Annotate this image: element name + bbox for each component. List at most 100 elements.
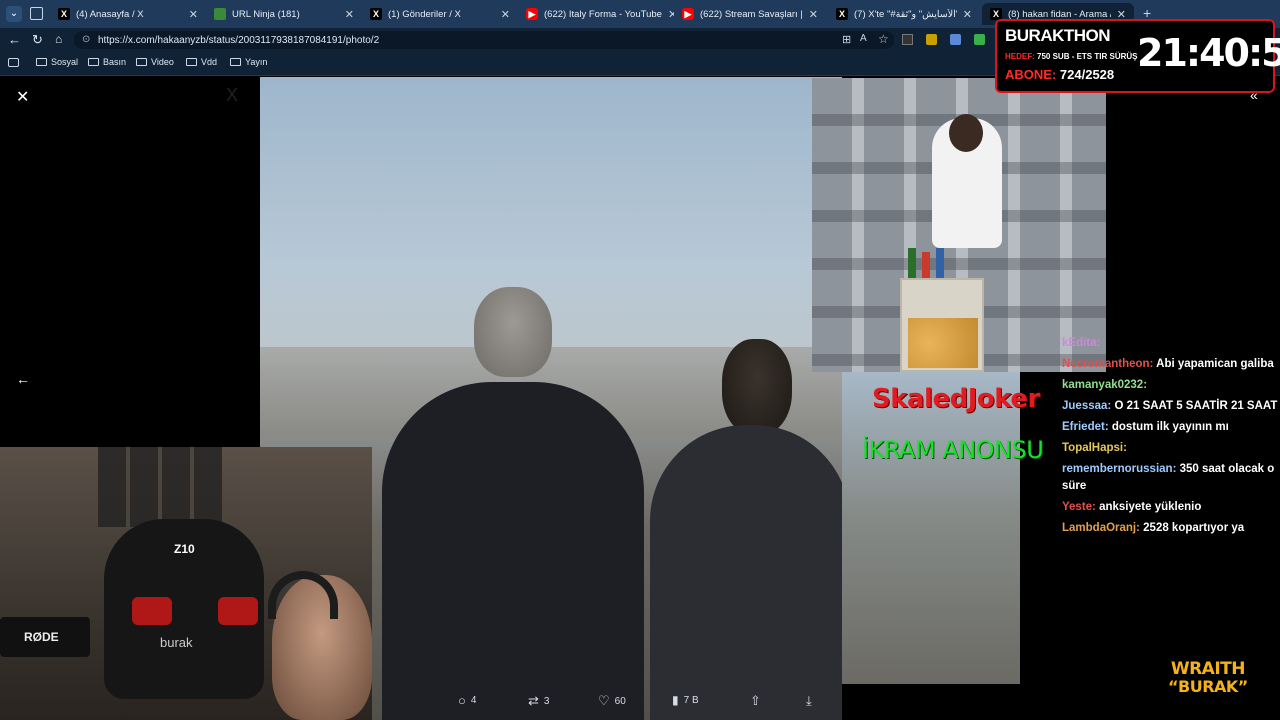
tweet-actions: ○ 4 ⇄ 3 ♡ 60 ▮ 7 B ⇧ ⤓ xyxy=(372,686,842,716)
chat-message: Juessaa: O 21 SAAT 5 SAATİR 21 SAAT xyxy=(1062,398,1278,415)
repost-icon: ⇄ xyxy=(528,693,539,708)
chat-username[interactable]: kamanyak0232: xyxy=(1062,379,1147,391)
webcam-feed: Z10 burak RØDE xyxy=(0,447,372,720)
chat-username[interactable]: Necromantheon: xyxy=(1062,358,1156,370)
folder-icon xyxy=(36,58,47,66)
home-icon[interactable]: ⌂ xyxy=(55,32,62,46)
tab-list-button[interactable]: ⌄ xyxy=(6,6,22,22)
extension-icon[interactable] xyxy=(926,34,937,45)
views-button[interactable]: ▮ 7 B xyxy=(672,693,699,707)
favorite-star-icon[interactable]: ☆ xyxy=(878,32,889,46)
bookmark-label: Yayın xyxy=(245,57,268,67)
like-button[interactable]: ♡ 60 xyxy=(598,693,626,709)
person-left xyxy=(356,287,656,720)
split-screen-icon[interactable]: ⊞ xyxy=(842,33,851,46)
chair-logo-text: Z10 xyxy=(174,542,195,556)
chat-username[interactable]: Yeste: xyxy=(1062,501,1099,513)
pillow-text: burak xyxy=(160,635,193,650)
subathon-counter: BURAKTHON HEDEF: 750 SUB - ETS TIR SÜRÜŞ… xyxy=(995,19,1280,93)
close-icon[interactable]: ✕ xyxy=(809,8,818,21)
chat-username[interactable]: remembernorussian: xyxy=(1062,463,1180,475)
youtube-icon: ▶ xyxy=(682,8,694,20)
wall-photos xyxy=(98,447,222,527)
tab-label: (622) Italy Forma - YouTube xyxy=(544,8,662,20)
chat-message: kamanyak0232: xyxy=(1062,377,1278,394)
workspaces-icon[interactable] xyxy=(30,7,43,20)
youtube-icon: ▶ xyxy=(526,8,538,20)
bookmark-basin[interactable]: Basın xyxy=(88,57,126,67)
share-button[interactable]: ⇧ xyxy=(750,693,761,709)
chat-username[interactable]: Efriedet: xyxy=(1062,421,1112,433)
chat-message: remembernorussian: 350 saat olacak o sür… xyxy=(1062,461,1278,495)
close-icon[interactable]: ✕ xyxy=(501,8,510,21)
url-text: https://x.com/hakaanyzb/status/200311793… xyxy=(98,34,380,46)
stream-chat: kEdita: Necromantheon: Abi yapamican gal… xyxy=(1062,335,1278,635)
bookmark-label: Basın xyxy=(103,57,127,67)
folder-icon xyxy=(230,58,241,66)
like-count: 60 xyxy=(614,695,626,707)
tab-gonderiler[interactable]: X (1) Gönderiler / X ✕ xyxy=(362,3,518,25)
chat-username[interactable]: TopalHapsi: xyxy=(1062,442,1127,454)
bookmark-video[interactable]: Video xyxy=(136,57,174,67)
previous-photo-icon[interactable]: ← xyxy=(16,371,30,387)
close-icon[interactable]: ✕ xyxy=(345,8,354,21)
skaledjoker-label: SkaledJoker xyxy=(872,384,1040,414)
person-right xyxy=(630,339,842,720)
tab-label: (8) hakan fidan - Arama / X xyxy=(1008,8,1111,20)
tab-url-ninja[interactable]: URL Ninja (181) ✕ xyxy=(206,3,362,25)
chat-message: TopalHapsi: xyxy=(1062,440,1278,457)
tab-label: URL Ninja (181) xyxy=(232,8,300,20)
chat-username[interactable]: Juessaa: xyxy=(1062,400,1114,412)
chat-username[interactable]: kEdita: xyxy=(1062,337,1100,349)
repost-count: 3 xyxy=(543,695,550,707)
x-icon: X xyxy=(836,8,848,20)
download-button[interactable]: ⤓ xyxy=(806,693,812,709)
back-icon[interactable]: ← xyxy=(8,32,21,47)
chat-message: Efriedet: dostum ilk yayının mı xyxy=(1062,419,1278,436)
tab-stream-savaslari[interactable]: ▶ (622) Stream Savaşları | Ebo x Uz ✕ xyxy=(674,3,826,25)
reply-icon: ○ xyxy=(458,693,466,708)
chat-message: Necromantheon: Abi yapamican galiba xyxy=(1062,356,1278,373)
bookmark-sosyal[interactable]: Sosyal xyxy=(36,57,78,67)
tab-italy-forma[interactable]: ▶ (622) Italy Forma - YouTube ✕ xyxy=(518,3,674,25)
wraith-burak-logo: WRAITH “BURAK” xyxy=(1168,660,1248,696)
folder-icon xyxy=(186,58,197,66)
extension-icon[interactable] xyxy=(950,34,961,45)
close-icon[interactable]: ✕ xyxy=(189,8,198,21)
chat-username[interactable]: LambdaOranj: xyxy=(1062,522,1143,534)
views-count: 7 B xyxy=(683,694,699,706)
tab-halep[interactable]: X (7) X'te "#حلب" في "الأسايش" و"ثقة ✕ xyxy=(828,3,980,25)
tab-anasayfa[interactable]: X (4) Anasayfa / X ✕ xyxy=(50,3,206,25)
mic-brand-text: RØDE xyxy=(24,630,59,644)
chat-text: dostum ilk yayının mı xyxy=(1111,421,1229,433)
goal-value: 750 SUB - ETS TIR SÜRÜŞ xyxy=(1037,52,1138,61)
lock-icon: ⊙ xyxy=(82,34,91,45)
bookmark-vdd[interactable]: Vdd xyxy=(186,57,217,67)
chat-text: Abi yapamican galiba xyxy=(1156,358,1274,370)
ikram-anonsu-label: İKRAM ANONSU xyxy=(862,436,1044,464)
reload-icon[interactable]: ↻ xyxy=(32,32,43,48)
tab-label: (1) Gönderiler / X xyxy=(388,8,461,20)
views-icon: ▮ xyxy=(672,693,679,707)
airplane-cabin-image xyxy=(812,78,1106,372)
reply-count: 4 xyxy=(470,695,477,706)
folder-icon xyxy=(88,58,99,66)
chat-message: kEdita: xyxy=(1062,335,1278,352)
tab-label: (4) Anasayfa / X xyxy=(76,8,144,20)
bookmark-yayin[interactable]: Yayın xyxy=(230,57,267,67)
extension-icon[interactable] xyxy=(902,34,913,45)
reply-button[interactable]: ○ 4 xyxy=(458,693,476,708)
tab-label: (7) X'te "#حلب" في "الأسايش" و"ثقة xyxy=(854,8,957,20)
close-viewer-icon[interactable]: ✕ xyxy=(16,87,29,107)
chat-message: Yeste: anksiyete yüklenio xyxy=(1062,499,1278,516)
logo-line1: WRAITH xyxy=(1170,659,1246,679)
repost-button[interactable]: ⇄ 3 xyxy=(528,693,549,709)
extension-icon[interactable] xyxy=(974,34,985,45)
x-icon: X xyxy=(58,8,70,20)
url-field[interactable]: ⊙ https://x.com/hakaanyzb/status/2003117… xyxy=(74,31,894,49)
folder-icon xyxy=(136,58,147,66)
chat-text: 2528 kopartıyor ya xyxy=(1143,522,1245,534)
close-icon[interactable]: ✕ xyxy=(963,8,972,21)
sidebar-toggle-icon[interactable] xyxy=(8,58,19,67)
read-aloud-icon[interactable]: A xyxy=(860,33,867,44)
